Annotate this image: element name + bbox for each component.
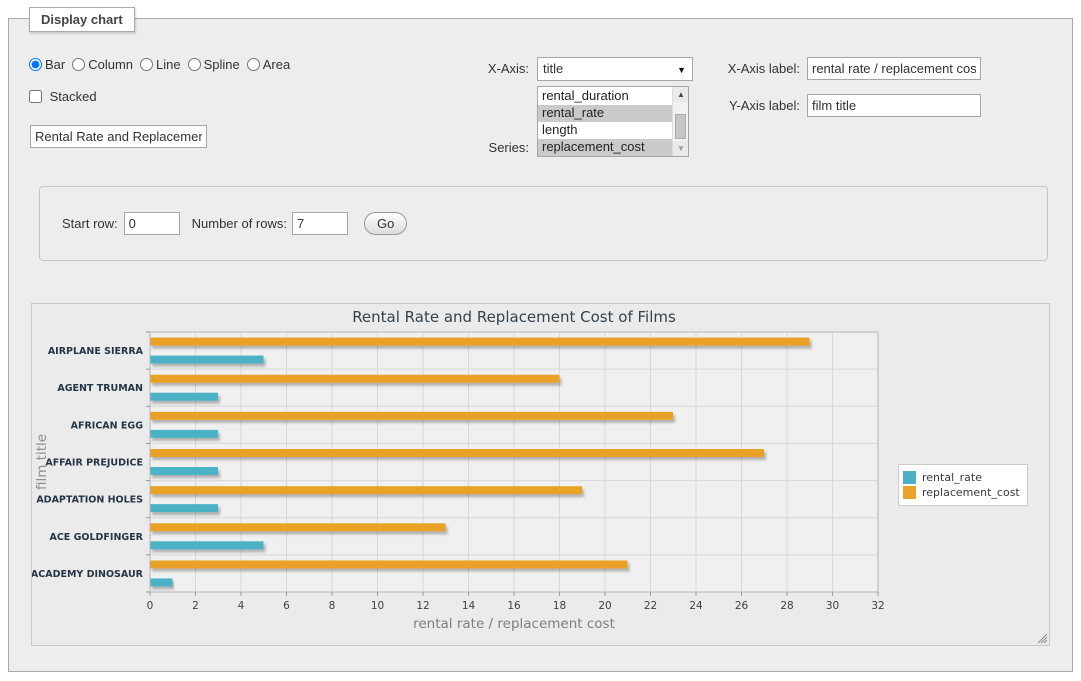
y-axis-label-input[interactable] <box>807 94 981 117</box>
chart-title-input[interactable] <box>30 125 207 148</box>
series-options: rental_durationrental_ratelengthreplacem… <box>538 88 672 156</box>
series-listbox[interactable]: rental_durationrental_ratelengthreplacem… <box>537 86 689 157</box>
svg-text:14: 14 <box>462 600 476 612</box>
chart-type-option-line[interactable]: Line <box>140 57 181 72</box>
series-option-rental_duration[interactable]: rental_duration <box>538 88 672 105</box>
svg-text:22: 22 <box>644 600 657 612</box>
svg-text:2: 2 <box>192 600 199 612</box>
svg-text:ACADEMY DINOSAUR: ACADEMY DINOSAUR <box>32 569 144 580</box>
svg-text:ACE GOLDFINGER: ACE GOLDFINGER <box>49 532 143 543</box>
svg-text:12: 12 <box>416 600 429 612</box>
num-rows-label: Number of rows: <box>192 216 287 231</box>
chart-title: Rental Rate and Replacement Cost of Film… <box>150 308 878 326</box>
chart-type-option-bar[interactable]: Bar <box>29 57 65 72</box>
svg-text:30: 30 <box>826 600 839 612</box>
x-axis-select[interactable]: title ▼ <box>537 57 693 81</box>
scrollbar-thumb[interactable] <box>675 114 686 139</box>
series-scrollbar[interactable]: ▲ ▼ <box>672 87 688 156</box>
chart-type-label: Spline <box>204 57 240 72</box>
fieldset-legend: Display chart <box>29 7 135 32</box>
chart-type-option-column[interactable]: Column <box>72 57 133 72</box>
legend-item-replacement_cost: replacement_cost <box>903 486 1020 499</box>
series-option-length[interactable]: length <box>538 122 672 139</box>
y-axis-label-field-label: Y-Axis label: <box>714 98 800 113</box>
svg-text:18: 18 <box>553 600 566 612</box>
chart-type-option-spline[interactable]: Spline <box>188 57 240 72</box>
svg-text:6: 6 <box>283 600 290 612</box>
chart-type-label: Area <box>263 57 290 72</box>
legend-swatch <box>903 486 916 499</box>
series-option-rental_rate[interactable]: rental_rate <box>538 105 672 122</box>
svg-text:AIRPLANE SIERRA: AIRPLANE SIERRA <box>48 346 144 357</box>
chart-type-radio-bar[interactable] <box>29 58 42 71</box>
row-range-fieldset: Start row: Number of rows: Go <box>39 186 1048 261</box>
start-row-label: Start row: <box>62 216 118 231</box>
svg-text:26: 26 <box>735 600 749 612</box>
series-option-replacement_cost[interactable]: replacement_cost <box>538 139 672 156</box>
svg-text:AFRICAN EGG: AFRICAN EGG <box>71 420 144 431</box>
legend-item-rental_rate: rental_rate <box>903 471 1020 484</box>
resize-grip-icon[interactable] <box>1036 632 1048 644</box>
bar-chart-svg: 02468101214161820222426283032AIRPLANE SI… <box>32 304 1049 645</box>
x-axis-select-label: X-Axis: <box>467 61 529 76</box>
series-list-label: Series: <box>471 140 529 155</box>
dropdown-arrow-icon: ▼ <box>677 58 686 82</box>
go-button[interactable]: Go <box>364 212 407 235</box>
svg-text:AGENT TRUMAN: AGENT TRUMAN <box>57 383 143 394</box>
chart-type-label: Line <box>156 57 181 72</box>
stacked-label: Stacked <box>50 89 97 104</box>
num-rows-input[interactable] <box>292 212 348 235</box>
svg-text:0: 0 <box>147 600 154 612</box>
chart-type-radio-column[interactable] <box>72 58 85 71</box>
stacked-checkbox[interactable] <box>29 90 42 103</box>
legend-label: rental_rate <box>922 471 982 484</box>
chart-type-label: Column <box>88 57 133 72</box>
svg-text:20: 20 <box>598 600 611 612</box>
x-axis-label-field-label: X-Axis label: <box>714 61 800 76</box>
display-chart-fieldset: Display chart BarColumnLineSplineArea St… <box>8 18 1073 672</box>
chart-area: 02468101214161820222426283032AIRPLANE SI… <box>31 303 1050 646</box>
svg-text:4: 4 <box>238 600 245 612</box>
legend-swatch <box>903 471 916 484</box>
svg-text:16: 16 <box>507 600 521 612</box>
svg-text:28: 28 <box>780 600 793 612</box>
page: Display chart Bar Column Line Spline Area St… <box>0 0 1081 681</box>
chart-y-axis-label: film title <box>34 434 50 490</box>
chart-type-radio-area[interactable] <box>247 58 260 71</box>
start-row-input[interactable] <box>124 212 180 235</box>
svg-text:10: 10 <box>371 600 384 612</box>
svg-text:32: 32 <box>871 600 884 612</box>
chart-type-radio-group: Bar Column Line Spline Area <box>29 57 297 72</box>
chart-type-option-area[interactable]: Area <box>247 57 290 72</box>
chart-legend: rental_rate replacement_cost <box>898 464 1028 506</box>
svg-text:24: 24 <box>689 600 703 612</box>
svg-text:AFFAIR PREJUDICE: AFFAIR PREJUDICE <box>45 458 143 469</box>
scroll-down-icon[interactable]: ▼ <box>673 141 689 156</box>
stacked-checkbox-row[interactable]: Stacked <box>29 89 97 104</box>
x-axis-selected-value: title <box>543 61 563 76</box>
legend-label: replacement_cost <box>922 486 1020 499</box>
chart-type-radio-spline[interactable] <box>188 58 201 71</box>
chart-type-radio-line[interactable] <box>140 58 153 71</box>
scroll-up-icon[interactable]: ▲ <box>673 87 689 102</box>
chart-x-axis-label: rental rate / replacement cost <box>150 616 878 632</box>
svg-text:8: 8 <box>329 600 336 612</box>
x-axis-label-input[interactable] <box>807 57 981 80</box>
chart-type-label: Bar <box>45 57 65 72</box>
svg-text:ADAPTATION HOLES: ADAPTATION HOLES <box>36 495 143 506</box>
